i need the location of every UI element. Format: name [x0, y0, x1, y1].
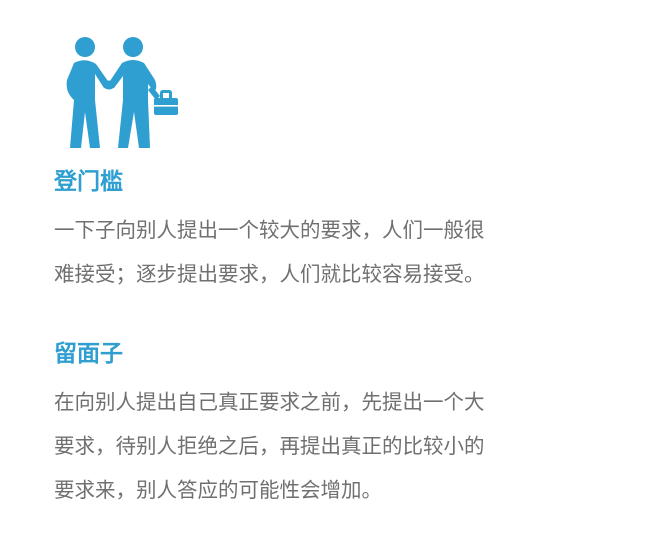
- body-line: 要求，待别人拒绝之后，再提出真正的比较小的: [54, 434, 485, 458]
- section-foot-in-the-door: 登门槛 一下子向别人提出一个较大的要求，人们一般很 难接受；逐步提出要求，人们就…: [54, 166, 634, 296]
- body-line: 难接受；逐步提出要求，人们就比较容易接受。: [54, 262, 485, 286]
- body-line: 在向别人提出自己真正要求之前，先提出一个大: [54, 390, 485, 414]
- section-title: 登门槛: [54, 169, 123, 195]
- section-title: 留面子: [54, 341, 123, 367]
- handshake-businessmen-icon: [54, 34, 180, 152]
- page: 登门槛 一下子向别人提出一个较大的要求，人们一般很 难接受；逐步提出要求，人们就…: [0, 0, 666, 554]
- section-body: 一下子向别人提出一个较大的要求，人们一般很 难接受；逐步提出要求，人们就比较容易…: [54, 208, 634, 296]
- section-body: 在向别人提出自己真正要求之前，先提出一个大 要求，待别人拒绝之后，再提出真正的比…: [54, 380, 634, 512]
- section-door-in-the-face: 留面子 在向别人提出自己真正要求之前，先提出一个大 要求，待别人拒绝之后，再提出…: [54, 338, 634, 512]
- body-line: 要求来，别人答应的可能性会增加。: [54, 478, 382, 502]
- body-line: 一下子向别人提出一个较大的要求，人们一般很: [54, 218, 485, 242]
